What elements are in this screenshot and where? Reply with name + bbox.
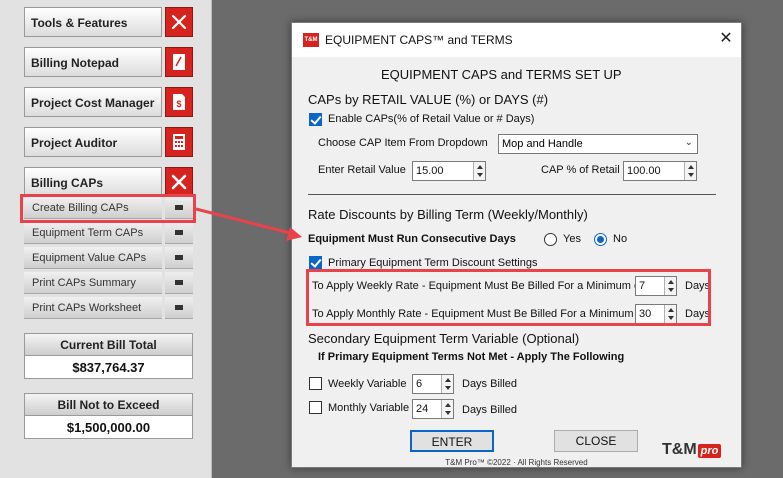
weekly-days-label: Days [685,280,711,292]
copyright-text: T&M Pro™ ©2022 · All Rights Reserved [445,458,588,467]
retail-value-input[interactable]: 15.00 [412,161,486,181]
consecutive-days-label: Equipment Must Run Consecutive Days [308,233,516,245]
tools-features-button[interactable]: Tools & Features [24,7,162,37]
weekly-days-billed-label: Days Billed [462,378,518,390]
primary-term-label: Primary Equipment Term Discount Settings [328,257,538,269]
current-bill-total-value: $837,764.37 [72,360,145,375]
create-billing-caps-indicator-icon[interactable] [165,197,193,219]
monthly-variable-label: Monthly Variable [328,402,410,414]
retail-value-text: 15.00 [416,165,444,177]
tm-logo-icon: T&M [303,33,319,47]
monthly-variable-text: 24 [416,403,429,415]
brand-pro-text: pro [697,444,722,458]
bill-not-to-exceed-value: $1,500,000.00 [66,420,151,435]
print-caps-summary-indicator-icon[interactable] [165,272,193,294]
billing-notepad-button[interactable]: Billing Notepad [24,47,162,77]
weekly-min-days-text: 7 [639,280,646,292]
monthly-variable-spinner-icon[interactable] [441,400,453,418]
rate-section-title: Rate Discounts by Billing Term (Weekly/M… [308,207,588,222]
secondary-section-subtitle: If Primary Equipment Terms Not Met - App… [318,351,625,363]
close-button[interactable]: CLOSE [554,430,638,452]
sidebar-item-equipment-term-caps[interactable]: Equipment Term CAPs [24,222,162,244]
dialog-titlebar[interactable]: T&M EQUIPMENT CAPS™ and TERMS ✕ [292,23,741,57]
consecutive-yes-radio[interactable] [544,233,557,246]
bill-not-to-exceed-box: Bill Not to Exceed $1,500,000.00 [24,393,193,439]
chevron-down-icon: ⌄ [684,137,693,148]
equipment-value-caps-indicator-icon[interactable] [165,247,193,269]
monthly-min-days-input[interactable]: 30 [635,304,677,324]
project-auditor-button[interactable]: Project Auditor [24,127,162,157]
monthly-variable-input[interactable]: 24 [412,399,454,419]
close-icon[interactable] [165,167,193,197]
cap-pct-text: 100.00 [627,165,661,177]
weekly-min-days-spinner-icon[interactable] [664,277,676,295]
equipment-caps-dialog: T&M EQUIPMENT CAPS™ and TERMS ✕ EQUIPMEN… [291,22,742,468]
tools-icon[interactable] [165,7,193,37]
project-cost-manager-button[interactable]: Project Cost Manager [24,87,162,117]
brand-text: T&M [662,441,697,458]
monthly-days-billed-label: Days Billed [462,404,518,416]
weekly-variable-text: 6 [416,378,423,390]
secondary-section-title: Secondary Equipment Term Variable (Optio… [308,331,580,346]
dialog-title: EQUIPMENT CAPS™ and TERMS [325,33,513,47]
current-bill-total-title: Current Bill Total [25,334,192,356]
consecutive-yes-label: Yes [563,233,581,245]
sidebar-item-print-caps-worksheet[interactable]: Print CAPs Worksheet [24,297,162,319]
monthly-min-days-spinner-icon[interactable] [664,305,676,323]
weekly-variable-input[interactable]: 6 [412,374,454,394]
weekly-variable-label: Weekly Variable [328,378,407,390]
consecutive-no-radio[interactable] [594,233,607,246]
weekly-min-days-input[interactable]: 7 [635,276,677,296]
cap-item-dropdown[interactable]: Mop and Handle ⌄ [498,134,698,154]
cap-pct-spinner-icon[interactable] [684,162,696,180]
monthly-days-label: Days [685,308,711,320]
sidebar-item-print-caps-summary[interactable]: Print CAPs Summary [24,272,162,294]
dollar-document-icon[interactable]: $ [165,87,193,117]
cap-item-dropdown-value: Mop and Handle [502,138,583,150]
notepad-icon[interactable] [165,47,193,77]
monthly-rate-label: To Apply Monthly Rate - Equipment Must B… [312,308,646,320]
retail-value-spinner-icon[interactable] [473,162,485,180]
monthly-variable-checkbox[interactable] [309,401,322,414]
primary-term-checkbox[interactable] [309,256,322,269]
cap-pct-input[interactable]: 100.00 [623,161,697,181]
consecutive-no-label: No [613,233,628,245]
dialog-close-icon[interactable]: ✕ [718,31,734,47]
sidebar-item-create-billing-caps[interactable]: Create Billing CAPs [24,197,162,219]
monthly-min-days-text: 30 [639,308,652,320]
enter-button[interactable]: ENTER [410,430,494,452]
sidebar: Tools & Features Billing Notepad Project… [0,0,212,478]
caps-section-title: CAPs by RETAIL VALUE (%) or DAYS (#) [308,92,549,107]
current-bill-total-box: Current Bill Total $837,764.37 [24,333,193,379]
calculator-icon[interactable] [165,127,193,157]
enable-caps-label: Enable CAPs(% of Retail Value or # Days) [328,113,535,125]
choose-cap-label: Choose CAP Item From Dropdown [318,137,488,149]
retail-value-label: Enter Retail Value [318,164,406,176]
bill-not-to-exceed-title: Bill Not to Exceed [25,394,192,416]
tm-pro-logo: T&M pro [662,441,722,459]
cap-pct-label: CAP % of Retail [541,164,620,176]
billing-caps-button[interactable]: Billing CAPs [24,167,162,197]
weekly-rate-label: To Apply Weekly Rate - Equipment Must Be… [312,280,644,292]
print-caps-worksheet-indicator-icon[interactable] [165,297,193,319]
weekly-variable-spinner-icon[interactable] [441,375,453,393]
weekly-variable-checkbox[interactable] [309,377,322,390]
equipment-term-caps-indicator-icon[interactable] [165,222,193,244]
enable-caps-checkbox[interactable] [309,113,322,126]
sidebar-item-equipment-value-caps[interactable]: Equipment Value CAPs [24,247,162,269]
dialog-heading: EQUIPMENT CAPS and TERMS SET UP [381,67,622,82]
svg-text:$: $ [176,99,181,109]
section-divider [308,194,716,195]
